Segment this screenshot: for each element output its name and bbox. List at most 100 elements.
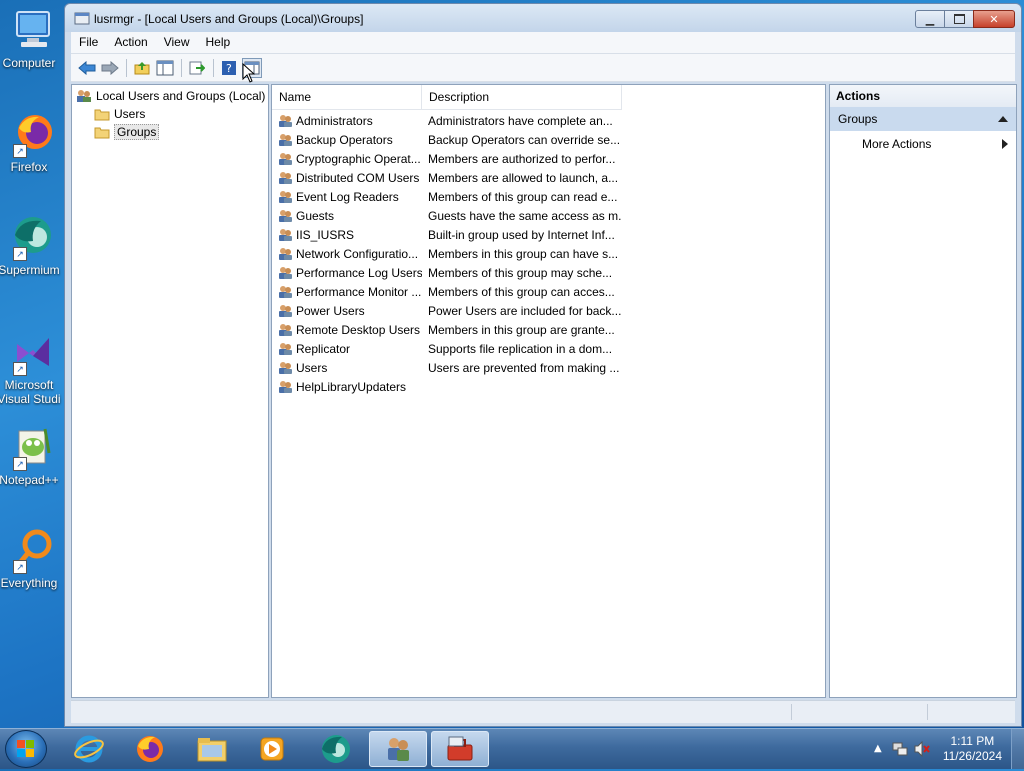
- desktop-icon-label: Firefox: [10, 160, 48, 174]
- taskbar-firefox[interactable]: [121, 731, 179, 767]
- close-button[interactable]: ✕: [973, 10, 1015, 28]
- show-desktop-button[interactable]: [1011, 729, 1024, 769]
- network-icon[interactable]: [892, 741, 908, 757]
- submenu-arrow-icon: [1002, 139, 1008, 149]
- restore-icon: [953, 14, 965, 24]
- taskbar-media-player[interactable]: [243, 731, 301, 767]
- menu-view[interactable]: View: [156, 32, 198, 53]
- group-name-cell: Replicator: [272, 342, 422, 356]
- desktop-icon-visual-studio[interactable]: ↗ Microsoft Visual Studi: [0, 330, 66, 406]
- table-row[interactable]: Administrators Administrators have comple…: [272, 111, 622, 130]
- tree-item-label: Local Users and Groups (Local): [96, 88, 266, 103]
- desktop-icon-computer[interactable]: Computer: [0, 8, 66, 70]
- table-row[interactable]: Distributed COM Users Members are allowed…: [272, 168, 622, 187]
- clock[interactable]: 1:11 PM 11/26/2024: [943, 734, 1002, 764]
- desktop-icon-label: Computer: [2, 56, 56, 70]
- system-tray: ▲ 1:11 PM 11/26/2024: [864, 729, 1024, 769]
- groups-list-pane: Name Description Administrators Administr…: [271, 84, 826, 698]
- table-row[interactable]: Event Log Readers Members of this group c…: [272, 187, 622, 206]
- desktop-icon-label: Supermium: [0, 263, 60, 277]
- taskbar-computer-management[interactable]: [431, 731, 489, 767]
- restore-button[interactable]: [944, 10, 974, 28]
- media-player-icon: [260, 737, 284, 761]
- column-header-name[interactable]: Name: [272, 85, 422, 109]
- group-description: Guests have the same access as m...: [428, 208, 622, 223]
- group-icon: [278, 171, 293, 185]
- table-row[interactable]: Network Configuratio... Members in this g…: [272, 244, 622, 263]
- taskbar-internet-explorer[interactable]: [60, 731, 118, 767]
- shortcut-arrow-icon: ↗: [13, 144, 27, 158]
- table-row[interactable]: Backup Operators Backup Operators can ove…: [272, 130, 622, 149]
- volume-muted-icon[interactable]: [914, 741, 930, 757]
- show-hidden-icons-icon[interactable]: ▲: [874, 743, 882, 754]
- actions-group-label: Groups: [838, 112, 878, 126]
- desktop-icon-everything[interactable]: ↗ Everything: [0, 528, 66, 590]
- group-name: Users: [296, 360, 328, 375]
- table-row[interactable]: Users Users are prevented from making ...: [272, 358, 622, 377]
- minimize-button[interactable]: ▁: [915, 10, 945, 28]
- group-icon: [278, 342, 293, 356]
- table-row[interactable]: Cryptographic Operat... Members are autho…: [272, 149, 622, 168]
- up-one-level-button[interactable]: [132, 58, 152, 78]
- group-description: Members in this group can have s...: [428, 246, 619, 261]
- column-header-description[interactable]: Description: [422, 85, 622, 109]
- menu-file[interactable]: File: [71, 32, 106, 53]
- group-description: Members of this group may sche...: [428, 265, 613, 280]
- group-description: Members of this group can read e...: [428, 189, 618, 204]
- group-name: Cryptographic Operat...: [296, 151, 421, 166]
- desktop-icon-supermium[interactable]: ↗ Supermium: [0, 215, 66, 277]
- export-list-icon: [189, 61, 205, 74]
- group-description: Power Users are included for back...: [428, 303, 622, 318]
- group-name-cell: Power Users: [272, 304, 422, 318]
- clock-time: 1:11 PM: [950, 734, 995, 748]
- table-row[interactable]: Replicator Supports file replication in a…: [272, 339, 622, 358]
- group-name: IIS_IUSRS: [296, 227, 355, 242]
- title-bar[interactable]: lusrmgr - [Local Users and Groups (Local…: [65, 4, 1021, 32]
- desktop-icon-firefox[interactable]: ↗ Firefox: [0, 112, 66, 174]
- start-button[interactable]: [5, 730, 47, 768]
- close-icon: ✕: [989, 12, 999, 26]
- users-and-groups-icon: [77, 89, 91, 102]
- show-hide-console-tree-button[interactable]: [155, 58, 175, 78]
- lusrmgr-app-icon: [74, 12, 90, 26]
- table-row[interactable]: Performance Monitor ... Members of this g…: [272, 282, 622, 301]
- more-actions-item[interactable]: More Actions: [830, 135, 1016, 153]
- desktop-icon-notepad-plus-plus[interactable]: ↗ Notepad++: [0, 425, 66, 487]
- forward-button[interactable]: [100, 58, 120, 78]
- actions-group-groups[interactable]: Groups: [830, 107, 1016, 131]
- export-list-button[interactable]: [187, 58, 207, 78]
- table-row[interactable]: Guests Guests have the same access as m..…: [272, 206, 622, 225]
- table-row[interactable]: IIS_IUSRS Built-in group used by Internet…: [272, 225, 622, 244]
- group-name: Network Configuratio...: [296, 246, 419, 261]
- desktop-icon-label-line2: Visual Studi: [0, 392, 61, 406]
- group-name: Administrators: [296, 113, 373, 128]
- firefox-icon: [137, 736, 163, 762]
- tree-item-label: Groups: [114, 123, 160, 140]
- back-button[interactable]: [77, 58, 97, 78]
- table-row[interactable]: Performance Log Users Members of this gro…: [272, 263, 622, 282]
- minimize-icon: ▁: [925, 12, 935, 26]
- folder-icon: [94, 109, 110, 120]
- table-row[interactable]: Remote Desktop Users Members in this grou…: [272, 320, 622, 339]
- group-description: Members are authorized to perfor...: [428, 151, 616, 166]
- group-icon: [278, 190, 293, 204]
- firefox-icon: ↗: [11, 112, 55, 158]
- taskbar-lusrmgr[interactable]: [369, 731, 427, 767]
- group-name-cell: HelpLibraryUpdaters: [272, 380, 422, 394]
- menu-action[interactable]: Action: [106, 32, 155, 53]
- taskbar-supermium[interactable]: [307, 731, 365, 767]
- toolbar: ?: [71, 54, 1015, 83]
- tree-item-groups[interactable]: Groups: [94, 123, 160, 140]
- table-row[interactable]: HelpLibraryUpdaters: [272, 377, 622, 396]
- shortcut-arrow-icon: ↗: [13, 247, 27, 261]
- tree-item-root[interactable]: Local Users and Groups (Local): [76, 87, 265, 104]
- table-row[interactable]: Power Users Power Users are included for …: [272, 301, 622, 320]
- desktop-icon-label-line1: Microsoft: [4, 378, 54, 392]
- tree-item-users[interactable]: Users: [94, 105, 145, 122]
- menu-help[interactable]: Help: [198, 32, 239, 53]
- help-button[interactable]: ?: [219, 58, 239, 78]
- computer-management-toolbox-icon: [447, 736, 473, 761]
- group-description: Supports file replication in a dom...: [428, 341, 613, 356]
- actions-pane: Actions Groups More Actions: [829, 84, 1017, 698]
- taskbar-file-explorer[interactable]: [183, 731, 241, 767]
